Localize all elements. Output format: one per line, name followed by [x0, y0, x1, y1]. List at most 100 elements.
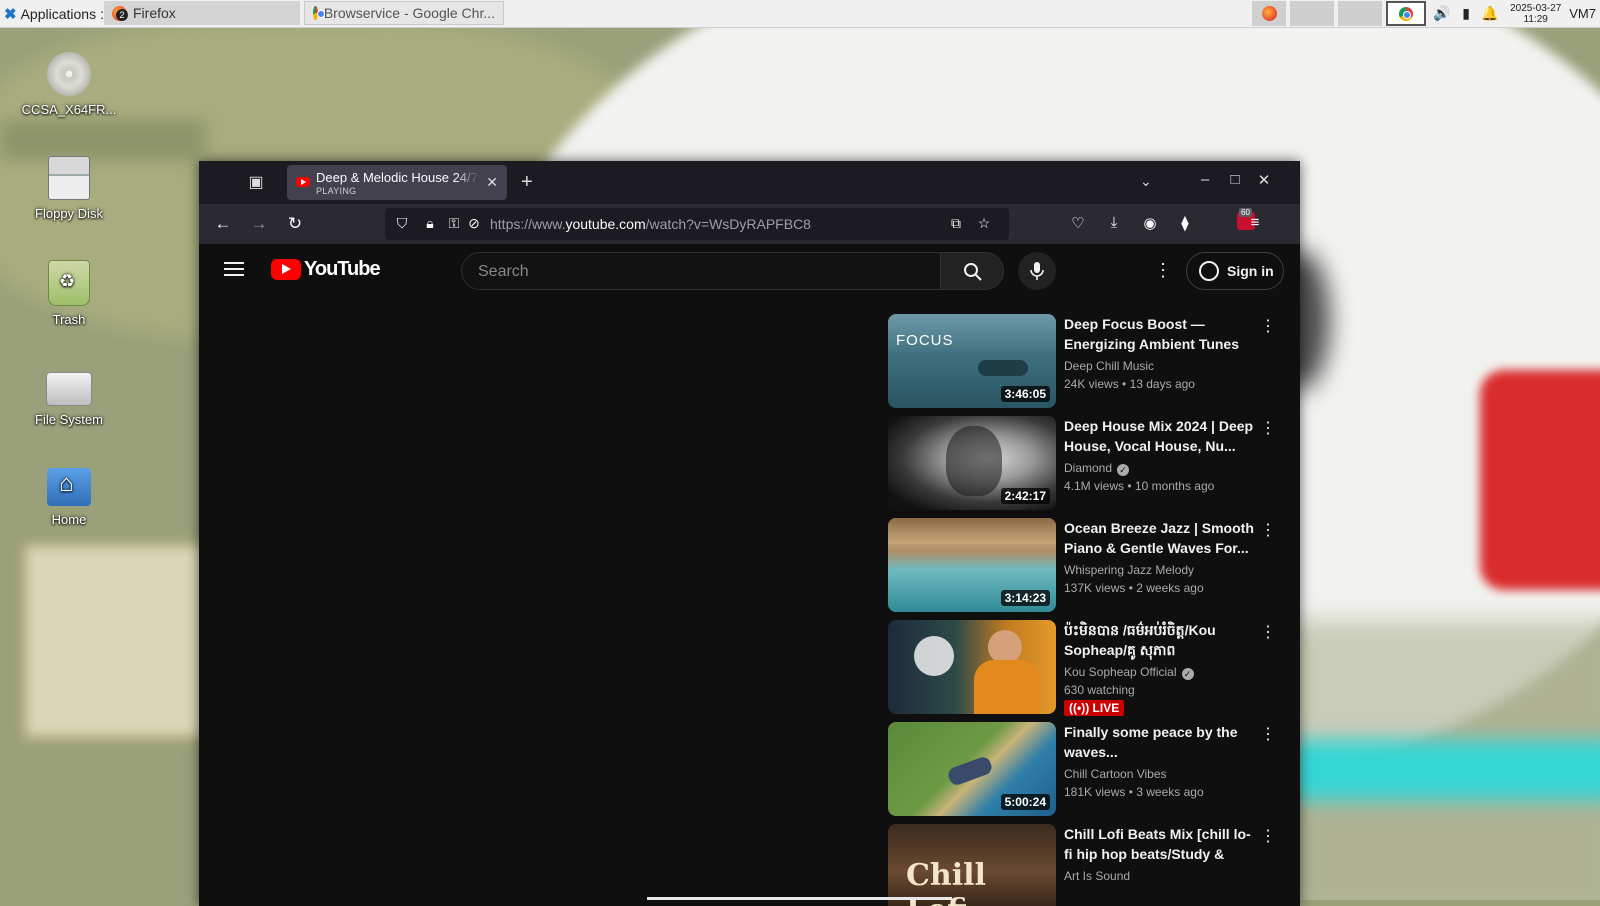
video-thumbnail[interactable] — [888, 620, 1056, 714]
notification-bell-icon[interactable]: 🔔 — [1478, 5, 1502, 22]
thumbnail-text: FOCUS — [896, 332, 954, 349]
tray-firefox-button[interactable] — [1252, 1, 1287, 26]
desktop-icon-home[interactable]: Home — [14, 468, 124, 527]
bookmark-star-icon[interactable]: ☆ — [975, 215, 993, 232]
video-thumbnail[interactable]: 3:14:23 — [888, 518, 1056, 612]
more-actions-icon[interactable]: ⋮ — [1260, 520, 1276, 540]
clock-date: 2025-03-27 — [1510, 2, 1562, 14]
tab-playing-status: PLAYING — [316, 186, 357, 196]
channel-name[interactable]: Whispering Jazz Melody — [1064, 563, 1194, 577]
battery-icon[interactable]: ▮ — [1454, 5, 1478, 22]
url-text[interactable]: https://www.youtube.com/watch?v=WsDyRAPF… — [490, 216, 811, 232]
desktop-icon-cd[interactable]: CCSA_X64FR... — [14, 52, 124, 117]
channel-name[interactable]: Deep Chill Music — [1064, 359, 1154, 373]
maximize-icon[interactable]: □ — [1225, 171, 1245, 188]
workspace-1-button[interactable] — [1290, 1, 1335, 26]
desktop-icon-label: CCSA_X64FR... — [21, 102, 117, 117]
channel-name[interactable]: Diamond ✓ — [1064, 461, 1130, 476]
channel-name[interactable]: Art Is Sound — [1064, 869, 1130, 883]
recommendation-item[interactable]: FOCUS 3:46:05 Deep Focus Boost — Energiz… — [888, 314, 1288, 416]
voice-search-button[interactable] — [1018, 252, 1056, 290]
desktop-icon-filesystem[interactable]: File System — [14, 364, 124, 427]
recommendation-item[interactable]: 2:42:17 Deep House Mix 2024 | Deep House… — [888, 416, 1288, 518]
video-title[interactable]: Finally some peace by the waves... — [1064, 722, 1254, 762]
youtube-logo[interactable]: YouTube — [271, 258, 381, 281]
recommendations-list: FOCUS 3:46:05 Deep Focus Boost — Energiz… — [888, 314, 1288, 906]
firefox-view-button[interactable]: ▣ — [246, 173, 266, 193]
close-tab-icon[interactable]: ✕ — [486, 174, 498, 191]
new-tab-button[interactable]: + — [521, 171, 533, 194]
close-window-icon[interactable]: ✕ — [1254, 171, 1274, 189]
desktop-icon-trash[interactable]: Trash — [14, 260, 124, 327]
forward-icon[interactable]: → — [247, 213, 271, 235]
lock-icon[interactable]: 🔒︎ — [421, 215, 439, 232]
taskbar-chrome-button[interactable]: Browservice - Google Chr... — [304, 1, 504, 25]
video-title[interactable]: ប៉ះមិនបាន /ធម៌អប់រំចិត្ត/Kou Sopheap/គូ … — [1064, 620, 1254, 660]
extensions-puzzle-icon[interactable]: ⧫ — [1174, 214, 1196, 232]
video-thumbnail[interactable]: 2:42:17 — [888, 416, 1056, 510]
settings-more-icon[interactable]: ⋮ — [1154, 260, 1172, 281]
search-button[interactable] — [940, 252, 1004, 290]
more-actions-icon[interactable]: ⋮ — [1260, 826, 1276, 846]
downloads-icon[interactable]: ⤓ — [1103, 214, 1125, 231]
more-actions-icon[interactable]: ⋮ — [1260, 316, 1276, 336]
app-menu-hamburger-icon[interactable]: ≡ — [1244, 214, 1266, 231]
recommendation-item[interactable]: 3:14:23 Ocean Breeze Jazz | Smooth Piano… — [888, 518, 1288, 620]
back-icon[interactable]: ← — [211, 213, 235, 235]
channel-name[interactable]: Kou Sopheap Official ✓ — [1064, 665, 1194, 680]
video-meta: 4.1M views • 10 months ago — [1064, 479, 1215, 493]
autoplay-blocked-icon[interactable]: ⊘ — [465, 215, 483, 232]
video-title[interactable]: Deep Focus Boost — Energizing Ambient Tu… — [1064, 314, 1254, 354]
account-icon[interactable]: ◉ — [1139, 214, 1161, 232]
more-actions-icon[interactable]: ⋮ — [1260, 622, 1276, 642]
recommendation-item[interactable]: Chill Lofi Chill Lofi Beats Mix [chill l… — [888, 824, 1288, 906]
applications-menu-button[interactable]: ✖ Applications : — [0, 0, 108, 27]
live-badge: ((•)) LIVE — [1064, 700, 1125, 716]
video-title[interactable]: Ocean Breeze Jazz | Smooth Piano & Gentl… — [1064, 518, 1254, 558]
permissions-key-icon[interactable]: ⚿ — [445, 215, 463, 232]
taskbar-firefox-button[interactable]: 2 Firefox — [104, 1, 300, 25]
tracking-protection-shield-icon[interactable]: ⛉ — [393, 215, 411, 232]
microphone-icon — [1030, 262, 1044, 280]
pocket-icon[interactable]: ♡ — [1067, 214, 1089, 232]
recommendation-item[interactable]: ប៉ះមិនបាន /ធម៌អប់រំចិត្ត/Kou Sopheap/គូ … — [888, 620, 1288, 722]
search-input[interactable]: Search — [461, 252, 941, 290]
navigation-toolbar: ← → ↻ ⛉ 🔒︎ ⚿ ⊘ https://www.youtube.com/w… — [199, 204, 1300, 244]
system-tray: 🔊 ▮ 🔔 2025-03-27 11:29 VM7 — [1252, 0, 1600, 27]
video-thumbnail[interactable]: 5:00:24 — [888, 722, 1056, 816]
video-thumbnail[interactable]: FOCUS 3:46:05 — [888, 314, 1056, 408]
panel-clock[interactable]: 2025-03-27 11:29 — [1502, 3, 1569, 25]
video-thumbnail[interactable]: Chill Lofi — [888, 824, 1056, 906]
tab-strip: ▣ Deep & Melodic House 24/7 PLAYING ✕ + … — [199, 161, 1300, 204]
more-actions-icon[interactable]: ⋮ — [1260, 418, 1276, 438]
taskbar-chrome-label: Browservice - Google Chr... — [323, 5, 495, 21]
url-bar[interactable]: ⛉ 🔒︎ ⚿ ⊘ https://www.youtube.com/watch?v… — [385, 208, 1009, 240]
list-all-tabs-icon[interactable]: ⌄ — [1140, 173, 1152, 190]
window-count-badge: 2 — [116, 8, 128, 21]
sign-in-button[interactable]: Sign in — [1186, 252, 1284, 290]
tray-chrome-button[interactable] — [1386, 1, 1427, 26]
youtube-favicon-icon — [296, 177, 310, 187]
video-title[interactable]: Deep House Mix 2024 | Deep House, Vocal … — [1064, 416, 1254, 456]
youtube-page: YouTube Search ⋮ Sign in FOCUS 3:46:05 D… — [199, 244, 1300, 906]
volume-icon[interactable]: 🔊 — [1430, 5, 1454, 22]
tab-title: Deep & Melodic House 24/7 — [316, 170, 478, 185]
picture-in-picture-icon[interactable]: ⧉ — [947, 215, 965, 232]
guide-menu-icon[interactable] — [224, 262, 244, 276]
minimize-icon[interactable]: – — [1195, 171, 1215, 188]
workspace-2-button[interactable] — [1338, 1, 1383, 26]
recommendation-item[interactable]: 5:00:24 Finally some peace by the waves.… — [888, 722, 1288, 824]
viewers-count: 630 watching — [1064, 683, 1135, 697]
reload-icon[interactable]: ↻ — [283, 213, 307, 235]
channel-name[interactable]: Chill Cartoon Vibes — [1064, 767, 1167, 781]
video-title[interactable]: Chill Lofi Beats Mix [chill lo-fi hip ho… — [1064, 824, 1254, 864]
floppy-icon — [48, 156, 90, 200]
desktop-icon-floppy[interactable]: Floppy Disk — [14, 156, 124, 221]
user-label[interactable]: VM7 — [1569, 6, 1600, 21]
tab-active[interactable]: Deep & Melodic House 24/7 PLAYING ✕ — [287, 165, 507, 200]
firefox-window: ▣ Deep & Melodic House 24/7 PLAYING ✕ + … — [199, 161, 1300, 906]
sign-in-label: Sign in — [1227, 263, 1274, 279]
firefox-icon — [1261, 6, 1277, 21]
more-actions-icon[interactable]: ⋮ — [1260, 724, 1276, 744]
desktop-icon-label: File System — [35, 412, 103, 427]
